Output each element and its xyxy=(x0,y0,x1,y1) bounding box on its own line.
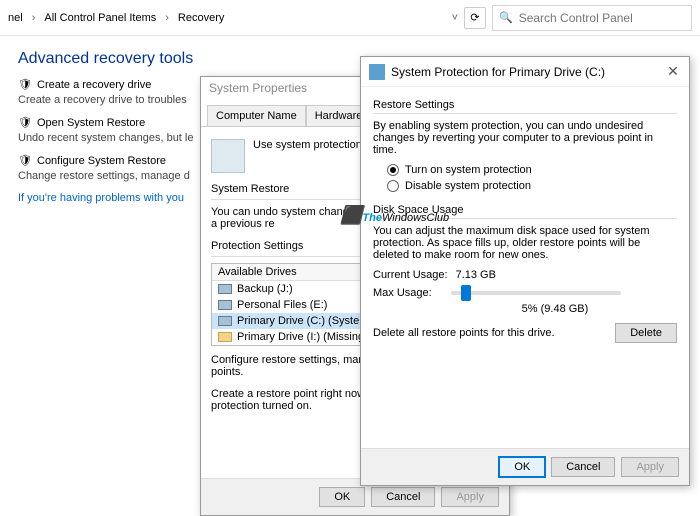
search-box[interactable]: 🔍 xyxy=(492,5,692,31)
system-protection-dialog: System Protection for Primary Drive (C:)… xyxy=(360,56,690,486)
search-icon: 🔍 xyxy=(499,11,513,24)
current-usage-value: 7.13 GB xyxy=(456,269,496,281)
radio-disable[interactable]: Disable system protection xyxy=(387,180,677,192)
refresh-button[interactable]: ⟳ xyxy=(464,7,486,29)
search-input[interactable] xyxy=(519,11,685,25)
shield-icon: 🛡 xyxy=(18,154,32,168)
ok-button[interactable]: OK xyxy=(319,487,365,507)
radio-icon xyxy=(387,164,399,176)
max-usage-label: Max Usage: xyxy=(373,287,443,299)
slider-thumb[interactable] xyxy=(461,285,471,301)
cancel-button[interactable]: Cancel xyxy=(551,457,615,477)
du-text: You can adjust the maximum disk space us… xyxy=(373,225,677,261)
tab-computer-name[interactable]: Computer Name xyxy=(207,105,306,126)
rs-text: By enabling system protection, you can u… xyxy=(373,120,677,156)
cancel-button[interactable]: Cancel xyxy=(371,487,435,507)
close-button[interactable]: ✕ xyxy=(665,63,681,80)
shield-icon: 🛡 xyxy=(18,116,32,130)
drive-icon xyxy=(218,316,232,326)
dialog-title: System Protection for Primary Drive (C:) xyxy=(391,65,665,79)
drive-icon xyxy=(218,332,232,342)
ok-button[interactable]: OK xyxy=(499,457,545,477)
address-bar: nel › All Control Panel Items › Recovery… xyxy=(0,0,700,36)
delete-text: Delete all restore points for this drive… xyxy=(373,327,555,339)
current-usage-label: Current Usage: xyxy=(373,269,448,281)
breadcrumb-part[interactable]: All Control Panel Items xyxy=(44,12,156,24)
shield-icon: 🛡 xyxy=(18,78,32,92)
delete-button[interactable]: Delete xyxy=(615,323,677,343)
dialog-icon xyxy=(369,64,385,80)
apply-button[interactable]: Apply xyxy=(621,457,679,477)
dropdown-icon[interactable]: ˅ xyxy=(452,12,458,24)
dialog-buttons: OK Cancel Apply xyxy=(361,448,689,485)
breadcrumb-part[interactable]: Recovery xyxy=(178,12,224,24)
group-restore-settings: Restore Settings xyxy=(373,99,677,111)
chevron-right-icon: › xyxy=(32,12,36,24)
apply-button[interactable]: Apply xyxy=(441,487,499,507)
drive-icon xyxy=(218,284,232,294)
drive-icon xyxy=(218,300,232,310)
radio-turn-on[interactable]: Turn on system protection xyxy=(387,164,677,176)
system-protection-icon xyxy=(211,139,245,173)
chevron-right-icon: › xyxy=(165,12,169,24)
max-usage-slider[interactable] xyxy=(451,291,621,295)
breadcrumb-part[interactable]: nel xyxy=(8,12,23,24)
group-disk-usage: Disk Space Usage xyxy=(373,204,677,216)
max-usage-value: 5% (9.48 GB) xyxy=(433,303,677,315)
radio-icon xyxy=(387,180,399,192)
